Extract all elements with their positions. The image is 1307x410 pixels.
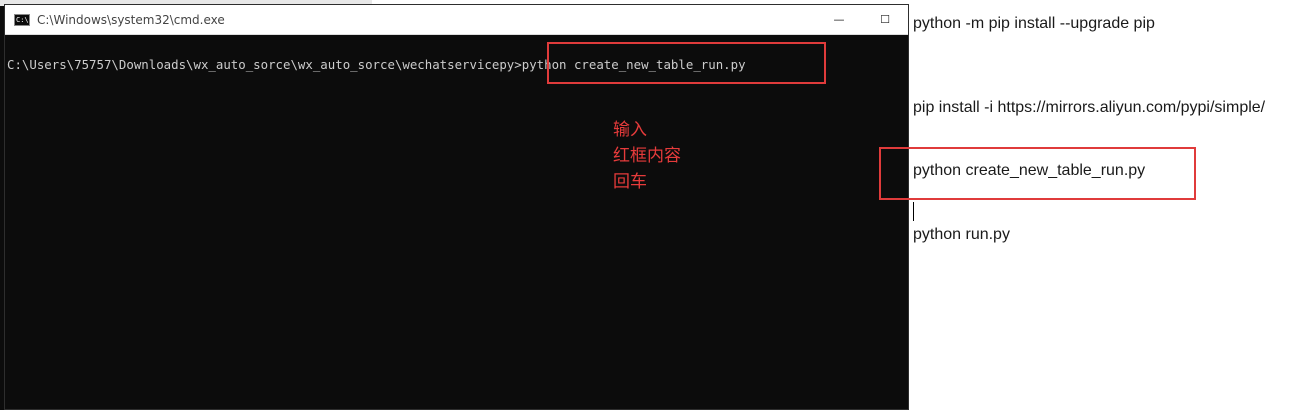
text-cursor xyxy=(913,202,914,221)
cmd-app-icon: C:\ xyxy=(14,13,30,26)
maximize-button[interactable]: ☐ xyxy=(862,5,908,34)
doc-line-run: python run.py xyxy=(913,226,1010,243)
terminal-prompt-path: C:\Users\75757\Downloads\wx_auto_sorce\w… xyxy=(7,57,515,72)
annotation-line: 回车 xyxy=(613,172,647,192)
terminal-body[interactable]: C:\Users\75757\Downloads\wx_auto_sorce\w… xyxy=(5,35,908,409)
annotation-line: 红框内容 xyxy=(613,146,681,166)
doc-line-upgrade-pip: python -m pip install --upgrade pip xyxy=(913,15,1155,32)
doc-line-pip-install-mirror: pip install -i https://mirrors.aliyun.co… xyxy=(913,99,1266,116)
annotation-line: 输入 xyxy=(613,120,647,140)
highlight-box-doc-command xyxy=(879,147,1196,200)
window-title: C:\Windows\system32\cmd.exe xyxy=(37,12,225,27)
cmd-app-icon-label: C:\ xyxy=(16,15,29,24)
cmd-titlebar[interactable]: C:\ C:\Windows\system32\cmd.exe — ☐ xyxy=(5,5,908,35)
minimize-button[interactable]: — xyxy=(816,5,862,34)
instruction-annotation: 输入 红框内容 回车 xyxy=(613,117,681,195)
window-controls: — ☐ xyxy=(816,5,908,34)
highlight-box-terminal-command xyxy=(547,42,826,84)
